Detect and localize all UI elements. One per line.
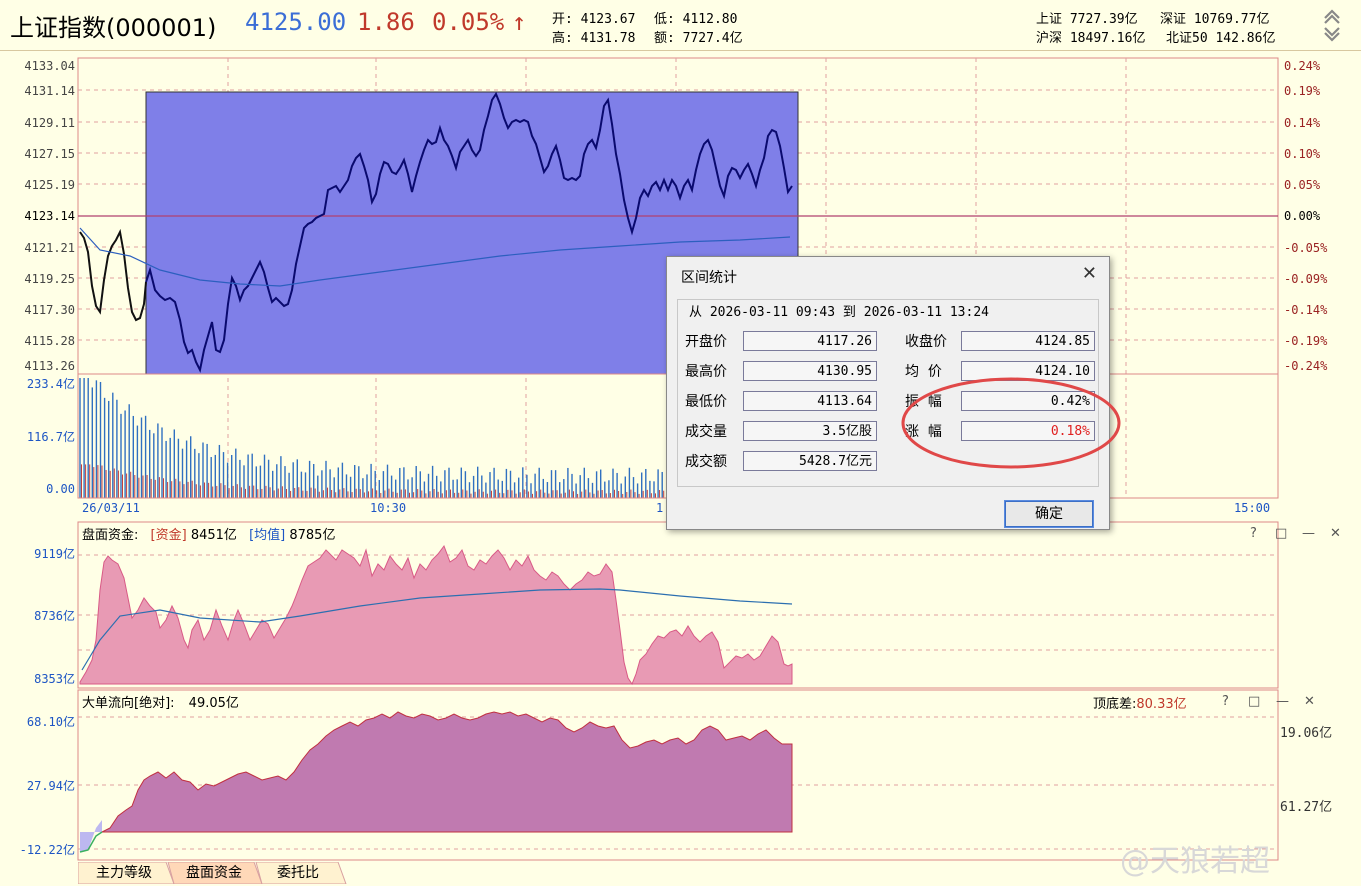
open-value: 4117.26 (743, 331, 877, 351)
time-axis-label: 15:00 (1234, 501, 1271, 515)
pct-axis-label: 0.00% (1284, 209, 1321, 223)
low-value: 4113.64 (743, 391, 877, 411)
pct-axis-label: 0.05% (1284, 178, 1321, 192)
pct-axis-label: 0.24% (1284, 59, 1321, 73)
flow-panel-title: 大单流向[绝对]: 49.05亿 (82, 696, 239, 711)
interval-stats-dialog: 区间统计 ✕ 从 2026-03-11 09:43 到 2026-03-11 1… (666, 256, 1121, 530)
scroll-toggle-icon[interactable] (1322, 6, 1342, 42)
sh-amount: 上证 7727.39亿 (1036, 12, 1138, 27)
pct-axis-label: -0.05% (1284, 241, 1328, 255)
panel2-minimize-button[interactable]: — (1302, 526, 1315, 541)
volume-axis-label: 116.7亿 (26, 430, 75, 444)
volume-label: 成交量 (685, 424, 727, 440)
price-change: 1.86 (357, 8, 415, 36)
flow-right-axis-label: 19.06亿 (1280, 726, 1333, 741)
pct-axis-label: -0.24% (1284, 359, 1328, 373)
fund-axis-label: 9119亿 (34, 547, 75, 561)
volume-axis-label: 0.00 (46, 482, 75, 496)
fund-panel-title: 盘面资金: [资金] 8451亿 [均值] 8785亿 (82, 528, 336, 543)
hs-amount: 沪深 18497.16亿 (1036, 31, 1146, 46)
current-price: 4125.00 (245, 8, 347, 36)
panel3-help-button[interactable]: ? (1222, 694, 1229, 709)
flow-area-negative (80, 820, 102, 852)
fund-axis-label: 8353亿 (34, 672, 75, 686)
highlight-circle-annotation (901, 377, 1121, 469)
up-arrow-icon: ↑ (512, 8, 527, 36)
price-axis-label: 4127.15 (24, 147, 75, 161)
high-label: 最高价 (685, 364, 727, 380)
tab-main-level[interactable]: 主力等级 (82, 862, 166, 884)
price-axis-label: 4133.04 (24, 59, 75, 73)
ok-button[interactable]: 确定 (1004, 500, 1094, 528)
price-axis-label: 4129.11 (24, 116, 75, 130)
amount-info: 额: 7727.4亿 (654, 31, 743, 46)
price-axis-label: 4115.28 (24, 334, 75, 348)
pct-axis-label: -0.14% (1284, 303, 1328, 317)
high-value: 4130.95 (743, 361, 877, 381)
panel2-maximize-button[interactable]: □ (1275, 526, 1287, 541)
open-label: 开盘价 (685, 334, 727, 350)
price-axis-label: 4117.30 (24, 303, 75, 317)
flow-right-axis-label: 61.27亿 (1280, 800, 1333, 815)
close-icon[interactable]: ✕ (1082, 263, 1097, 284)
volume-value: 3.5亿股 (743, 421, 877, 441)
pct-axis-label: -0.09% (1284, 272, 1328, 286)
pct-axis-label: 0.10% (1284, 147, 1321, 161)
price-axis-label: 4123.14 (24, 209, 75, 223)
price-line-pre (79, 228, 147, 322)
volume-axis-label: 233.4亿 (26, 377, 75, 391)
watermark: @天狼若超 (1120, 844, 1270, 879)
flow-axis-label: -12.22亿 (19, 843, 75, 857)
dialog-title: 区间统计 (681, 270, 737, 286)
open-info: 开: 4123.67 (552, 12, 636, 27)
flow-area (101, 711, 793, 833)
low-label: 最低价 (685, 394, 727, 410)
amount-label: 成交额 (685, 454, 727, 470)
low-info: 低: 4112.80 (654, 12, 738, 27)
panel3-close-button[interactable]: ✕ (1304, 694, 1315, 709)
price-axis-label: 4125.19 (24, 178, 75, 192)
close-value: 4124.85 (961, 331, 1095, 351)
flow-axis-label: 68.10亿 (26, 715, 75, 729)
price-axis-label: 4119.25 (24, 272, 75, 286)
panel2-close-button[interactable]: ✕ (1330, 526, 1341, 541)
bz50-amount: 北证50 142.86亿 (1166, 31, 1276, 46)
pct-axis-label: -0.19% (1284, 334, 1328, 348)
price-axis-label: 4131.14 (24, 84, 75, 98)
price-axis-label: 4121.21 (24, 241, 75, 255)
close-label: 收盘价 (905, 334, 947, 350)
time-axis-label: 10:30 (370, 501, 407, 515)
panel3-maximize-button[interactable]: □ (1248, 694, 1260, 709)
amount-value: 5428.7亿元 (743, 451, 877, 471)
panel2-help-button[interactable]: ? (1250, 526, 1257, 541)
date-range: 从 2026-03-11 09:43 到 2026-03-11 13:24 (685, 301, 993, 320)
pct-axis-label: 0.19% (1284, 84, 1321, 98)
flow-axis-label: 27.94亿 (26, 779, 75, 793)
pct-axis-label: 0.14% (1284, 116, 1321, 130)
tab-fund[interactable]: 盘面资金 (172, 862, 256, 884)
sz-amount: 深证 10769.77亿 (1160, 12, 1270, 27)
spread-info: 顶底差:80.33亿 (1093, 697, 1187, 712)
time-axis-label: 1 (656, 501, 664, 515)
price-axis-label: 4113.26 (24, 359, 75, 373)
time-axis-label: 26/03/11 (82, 501, 140, 515)
volume-bars (79, 378, 665, 498)
high-info: 高: 4131.78 (552, 31, 636, 46)
tab-commission-ratio[interactable]: 委托比 (256, 862, 340, 884)
panel3-minimize-button[interactable]: — (1276, 694, 1289, 709)
fund-axis-label: 8736亿 (34, 609, 75, 623)
index-title: 上证指数(000001) (10, 14, 217, 42)
price-change-pct: 0.05% (432, 8, 505, 36)
